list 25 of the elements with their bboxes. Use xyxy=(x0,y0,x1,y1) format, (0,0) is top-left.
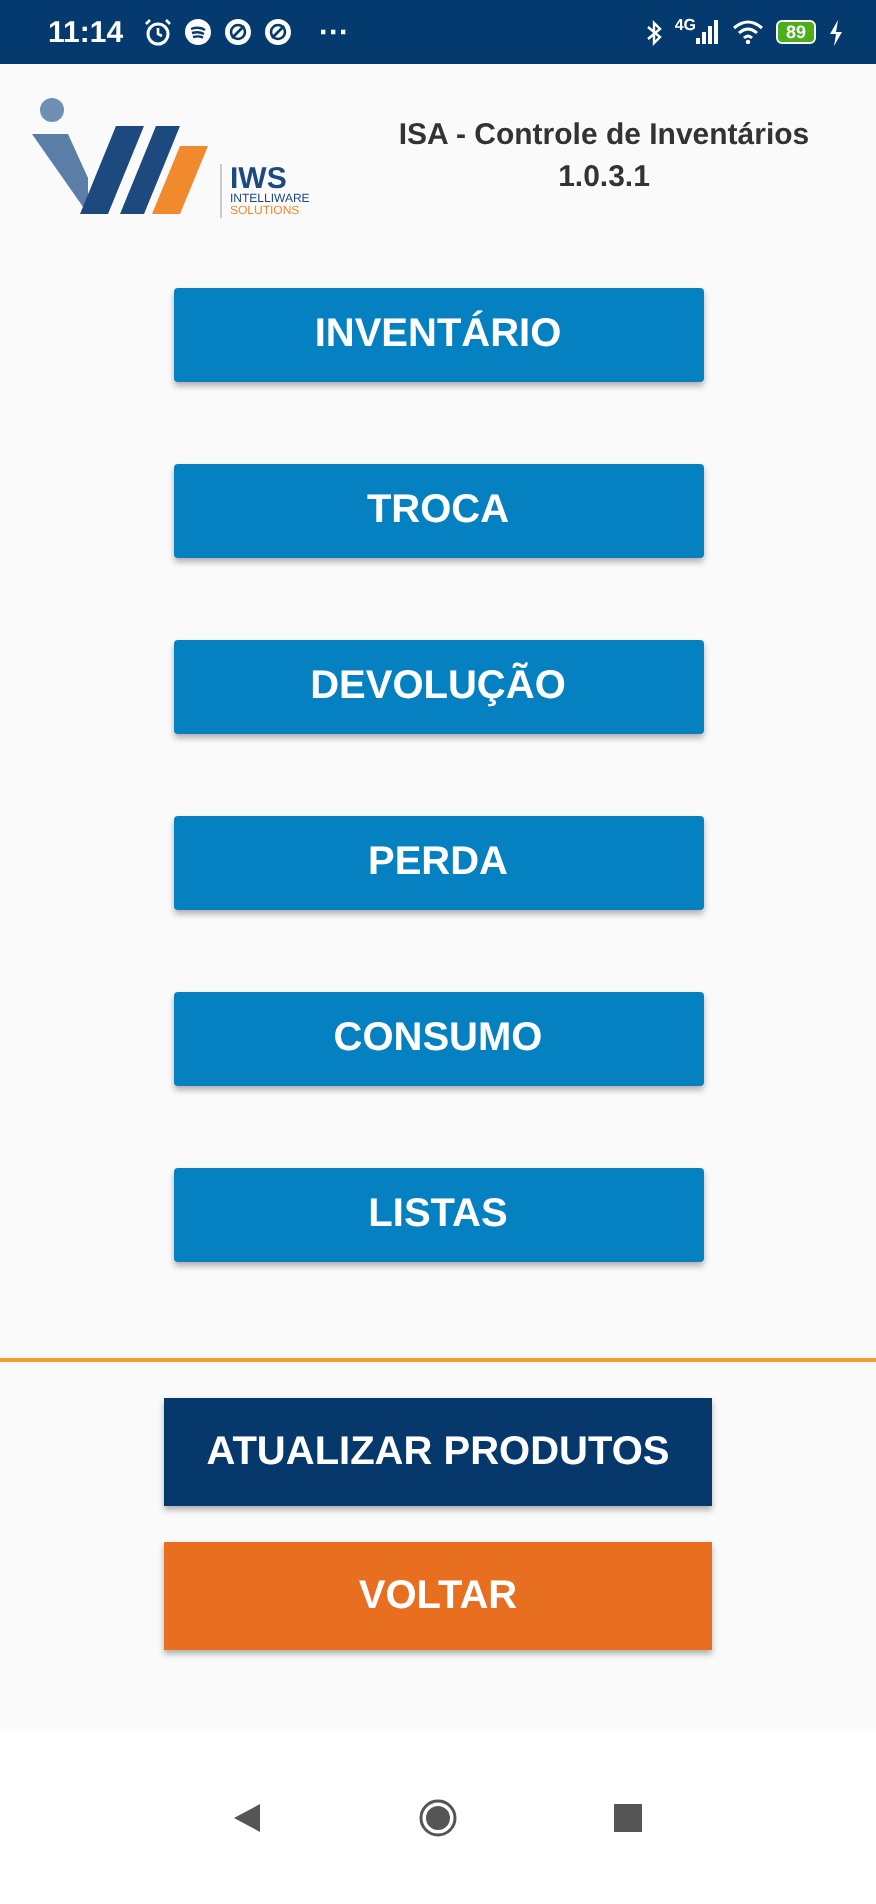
more-notifications: ··· xyxy=(319,15,350,49)
back-icon[interactable] xyxy=(234,1803,262,1831)
home-icon[interactable] xyxy=(418,1797,458,1837)
signal-icon xyxy=(695,20,720,44)
menu-button[interactable]: INVENTÁRIO xyxy=(173,288,703,382)
app-title: ISA - Controle de Inventários xyxy=(398,118,810,152)
recents-icon[interactable] xyxy=(614,1803,642,1831)
music-icon xyxy=(183,18,212,46)
clock: 11:14 xyxy=(48,15,124,49)
back-button[interactable]: VOLTAR xyxy=(164,1542,712,1650)
menu-button[interactable]: TROCA xyxy=(173,464,703,558)
wifi-icon xyxy=(731,20,764,44)
battery-indicator: 89 xyxy=(775,20,816,44)
bluetooth-icon xyxy=(646,19,663,45)
network-type: 4G xyxy=(674,16,696,34)
menu-button[interactable]: LISTAS xyxy=(173,1168,703,1262)
menu-button[interactable]: CONSUMO xyxy=(173,992,703,1086)
menu-button[interactable]: DEVOLUÇÃO xyxy=(173,640,703,734)
charging-icon xyxy=(828,19,844,45)
menu-button[interactable]: PERDA xyxy=(173,816,703,910)
update-button[interactable]: ATUALIZAR PRODUTOS xyxy=(164,1398,712,1506)
alarm-icon xyxy=(143,18,172,46)
logo-mark-icon xyxy=(32,94,212,218)
app-version: 1.0.3.1 xyxy=(558,160,650,194)
logo-name: IWS xyxy=(230,164,287,194)
